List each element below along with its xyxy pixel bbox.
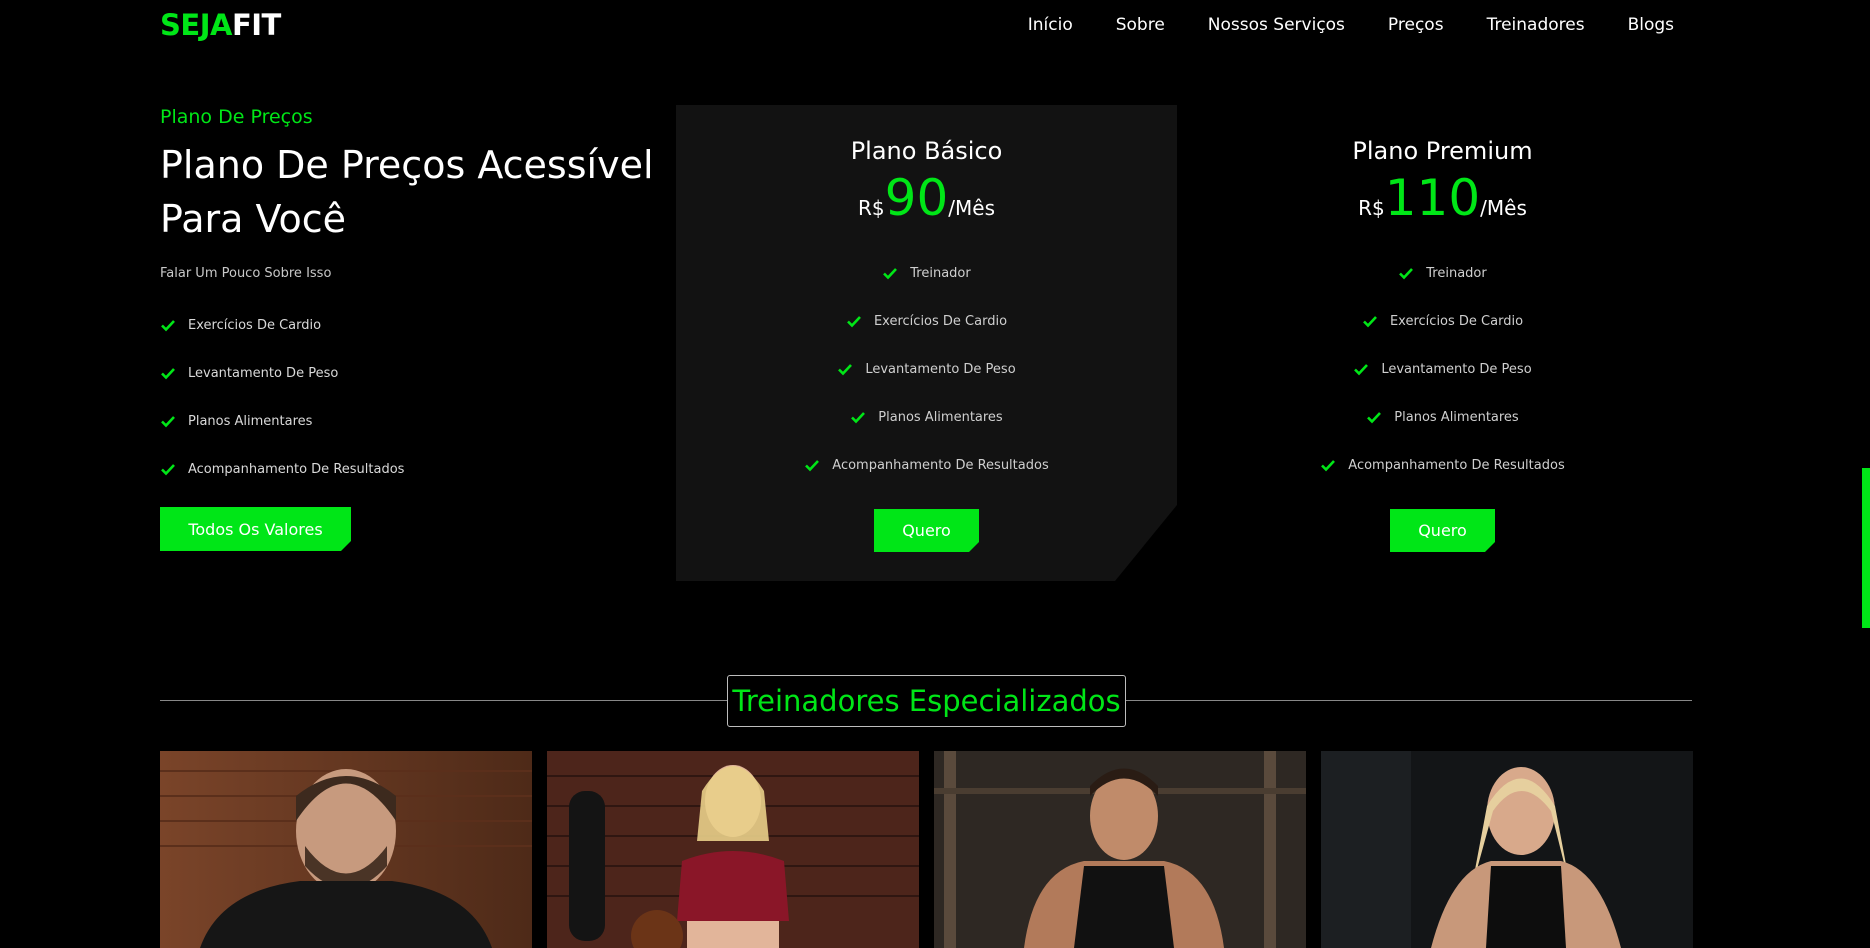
list-item: Acompanhamento De Resultados: [160, 445, 680, 493]
check-icon: [161, 416, 175, 428]
feature-label: Treinador: [1426, 265, 1487, 281]
check-icon: [837, 361, 853, 377]
price-amount: 90: [884, 169, 949, 227]
intro-feature-list: Exercícios De Cardio Levantamento De Pes…: [160, 301, 680, 493]
list-item: Exercícios De Cardio: [160, 301, 680, 349]
nav-sobre[interactable]: Sobre: [1116, 15, 1165, 35]
logo[interactable]: SEJAFIT: [160, 8, 281, 42]
price-period: /Mês: [1480, 196, 1527, 220]
check-icon: [846, 313, 862, 329]
headline-line-2: Para Você: [160, 197, 347, 241]
check-icon: [1367, 412, 1382, 424]
plan-price: R$110/Mês: [1192, 173, 1693, 229]
price-period: /Mês: [948, 196, 995, 220]
feature-label: Planos Alimentares: [188, 413, 313, 429]
check-icon: [1399, 268, 1414, 280]
trainer-photo-image: [547, 751, 919, 948]
list-item: Exercícios De Cardio: [1192, 297, 1693, 345]
nav-servicos[interactable]: Nossos Serviços: [1208, 15, 1345, 35]
feature-label: Exercícios De Cardio: [1389, 313, 1524, 329]
nav-blogs[interactable]: Blogs: [1628, 15, 1674, 35]
plan-feature-list: Treinador Exercícios De Cardio Levantame…: [1192, 249, 1693, 489]
feature-label: Acompanhamento De Resultados: [832, 457, 1049, 473]
list-item: Levantamento De Peso: [676, 345, 1177, 393]
feature-label: Treinador: [910, 265, 971, 281]
check-icon: [850, 409, 866, 425]
nav-inicio[interactable]: Início: [1028, 15, 1073, 35]
section-headline: Plano De Preços Acessível Para Você: [160, 138, 680, 246]
price-amount: 110: [1384, 169, 1481, 227]
list-item: Treinador: [676, 249, 1177, 297]
plan-card-basic: Plano Básico R$90/Mês Treinador Exercíci…: [676, 105, 1177, 581]
trainer-photo-image: [934, 751, 1306, 948]
trainer-photo-image: [160, 751, 532, 948]
feature-label: Exercícios De Cardio: [188, 317, 322, 333]
check-icon: [161, 320, 175, 332]
feature-label: Levantamento De Peso: [188, 365, 339, 381]
feature-label: Planos Alimentares: [878, 409, 1003, 425]
all-prices-button[interactable]: Todos Os Valores: [160, 507, 351, 551]
feature-label: Planos Alimentares: [1394, 409, 1519, 425]
want-basic-button[interactable]: Quero: [874, 509, 979, 552]
feature-label: Levantamento De Peso: [1381, 361, 1532, 377]
trainer-photo[interactable]: [547, 751, 919, 948]
check-icon: [161, 368, 175, 380]
trainers-section-title: Treinadores Especializados: [727, 675, 1126, 727]
logo-part-fit: FIT: [231, 8, 281, 42]
plan-feature-list: Treinador Exercícios De Cardio Levantame…: [676, 249, 1177, 489]
list-item: Planos Alimentares: [676, 393, 1177, 441]
list-item: Planos Alimentares: [160, 397, 680, 445]
price-currency: R$: [858, 196, 885, 220]
list-item: Acompanhamento De Resultados: [676, 441, 1177, 489]
list-item: Acompanhamento De Resultados: [1192, 441, 1693, 489]
plan-card-premium: Plano Premium R$110/Mês Treinador Exercí…: [1192, 105, 1693, 581]
check-icon: [161, 464, 175, 476]
scroll-indicator[interactable]: [1862, 468, 1870, 628]
trainer-photo[interactable]: [160, 751, 532, 948]
check-icon: [1354, 364, 1369, 376]
check-icon: [804, 457, 820, 473]
section-description: Falar Um Pouco Sobre Isso: [160, 266, 332, 281]
feature-label: Acompanhamento De Resultados: [1348, 457, 1565, 473]
list-item: Exercícios De Cardio: [676, 297, 1177, 345]
section-kicker: Plano De Preços: [160, 106, 313, 128]
list-item: Planos Alimentares: [1192, 393, 1693, 441]
plan-price: R$90/Mês: [676, 173, 1177, 229]
logo-part-seja: SEJA: [160, 8, 232, 42]
pricing-intro: Plano De Preços Plano De Preços Acessíve…: [160, 106, 680, 551]
main-nav: Início Sobre Nossos Serviços Preços Trei…: [1028, 15, 1674, 35]
site-header: SEJAFIT Início Sobre Nossos Serviços Pre…: [0, 0, 1870, 52]
trainer-photo[interactable]: [934, 751, 1306, 948]
plan-name: Plano Básico: [850, 137, 1003, 165]
nav-precos[interactable]: Preços: [1388, 15, 1444, 35]
list-item: Levantamento De Peso: [160, 349, 680, 397]
check-icon: [1321, 460, 1336, 472]
feature-label: Levantamento De Peso: [865, 361, 1016, 377]
list-item: Treinador: [1192, 249, 1693, 297]
list-item: Levantamento De Peso: [1192, 345, 1693, 393]
want-premium-button[interactable]: Quero: [1390, 509, 1495, 552]
feature-label: Acompanhamento De Resultados: [188, 461, 405, 477]
headline-line-1: Plano De Preços Acessível: [160, 143, 654, 187]
check-icon: [1363, 316, 1377, 328]
price-currency: R$: [1358, 196, 1385, 220]
trainer-photo[interactable]: [1321, 751, 1693, 948]
trainer-photo-image: [1321, 751, 1693, 948]
nav-treinadores[interactable]: Treinadores: [1487, 15, 1585, 35]
feature-label: Exercícios De Cardio: [873, 313, 1008, 329]
plan-name: Plano Premium: [1352, 137, 1533, 165]
check-icon: [882, 265, 898, 281]
